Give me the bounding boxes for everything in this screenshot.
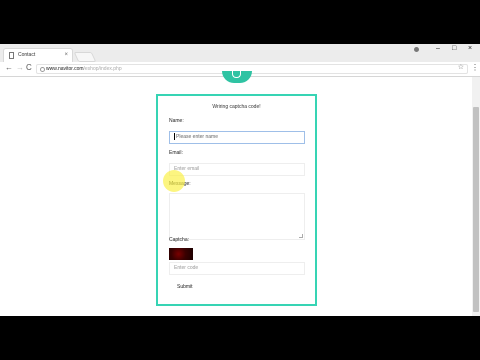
tab-close-icon[interactable]: × [64, 49, 68, 62]
bookmark-star-icon[interactable]: ☆ [458, 64, 464, 72]
captcha-input[interactable]: Enter code [169, 262, 305, 275]
tab-title: Contact [18, 52, 36, 58]
profile-icon[interactable] [414, 47, 419, 54]
captcha-placeholder: Enter code [174, 265, 199, 271]
close-window-button[interactable]: × [468, 45, 472, 52]
logo-mark-icon [232, 71, 241, 78]
page-scrollbar[interactable] [472, 77, 480, 316]
new-tab-button[interactable] [73, 52, 97, 62]
minimize-button[interactable]: – [436, 45, 440, 52]
name-input[interactable]: Please enter name [169, 131, 305, 144]
reload-icon[interactable]: C [26, 63, 32, 72]
cursor-highlight [163, 170, 185, 192]
maximize-button[interactable]: □ [452, 45, 456, 52]
captcha-image [169, 248, 193, 260]
name-placeholder: Please enter name [176, 134, 218, 140]
browser-window: Contact × – □ × ← → C www.navitor.com/es… [0, 44, 480, 316]
forward-arrow-icon[interactable]: → [16, 63, 24, 72]
captcha-label: Captcha: [169, 237, 190, 243]
url-host: www.navitor.com [46, 66, 84, 72]
tab-strip: Contact × – □ × [0, 44, 480, 62]
email-label: Email: [169, 150, 183, 156]
address-bar[interactable]: www.navitor.com/eshop/index.php ☆ [36, 64, 468, 74]
submit-button[interactable]: Submit [169, 282, 193, 291]
url-text: www.navitor.com/eshop/index.php [46, 65, 122, 73]
url-path: /eshop/index.php [83, 66, 122, 72]
email-input[interactable]: Enter email [169, 163, 305, 176]
browser-menu-icon[interactable]: ⋮ [471, 63, 479, 72]
text-caret [174, 133, 175, 141]
page-icon [9, 52, 14, 59]
site-logo [222, 71, 252, 83]
contact-form: Wriring captcha code! Name: Please enter… [156, 94, 317, 306]
tab-contact[interactable]: Contact × [3, 48, 73, 62]
resize-grip-icon[interactable] [299, 234, 303, 238]
info-icon[interactable] [40, 67, 45, 72]
back-arrow-icon[interactable]: ← [5, 63, 13, 72]
page-content: Wriring captcha code! Name: Please enter… [0, 71, 480, 316]
name-label: Name: [169, 118, 184, 124]
form-title: Wriring captcha code! [212, 104, 261, 110]
scrollbar-thumb[interactable] [473, 107, 479, 312]
message-textarea[interactable] [169, 193, 305, 240]
